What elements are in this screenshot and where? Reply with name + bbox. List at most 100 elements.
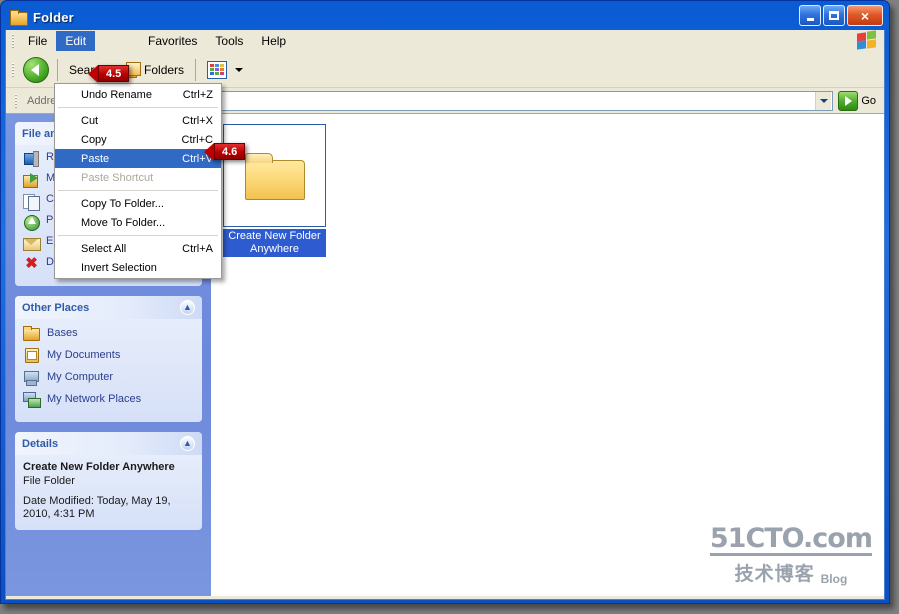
delete-icon: ✖ — [25, 255, 38, 272]
menu-item-label: Paste Shortcut — [81, 171, 154, 184]
menu-item-cut[interactable]: Cut Ctrl+X — [55, 111, 221, 130]
watermark-site: 51CTO.com — [709, 523, 873, 556]
my-computer-icon — [23, 369, 40, 386]
windows-flag-icon — [856, 30, 878, 50]
details-panel-title: Details — [22, 437, 59, 450]
menu-item-accelerator: Ctrl+A — [182, 242, 213, 255]
watermark-cn: 技术博客 — [734, 564, 815, 585]
place-label: My Network Places — [47, 393, 142, 405]
menu-edit[interactable]: Edit — [56, 30, 96, 51]
folder-icon — [23, 325, 40, 341]
menu-tools[interactable]: Tools — [206, 31, 252, 51]
details-item-type: File Folder — [23, 475, 75, 487]
window-controls: × — [799, 5, 883, 26]
toolbar-divider — [57, 58, 58, 81]
address-grip[interactable] — [12, 92, 20, 110]
callout-arrow-icon — [88, 64, 98, 83]
toolbar-divider-2 — [195, 58, 197, 81]
menu-item-paste[interactable]: Paste Ctrl+V — [55, 149, 221, 168]
menu-separator — [58, 190, 218, 191]
edit-dropdown-menu: Undo Rename Ctrl+Z Cut Ctrl+X Copy Ctrl+… — [54, 83, 222, 279]
place-my-computer[interactable]: My Computer — [23, 369, 194, 386]
menu-item-label: Paste — [81, 152, 110, 165]
other-places-panel: Other Places ▲ Bases My Documents My Com… — [15, 296, 202, 422]
minimize-button[interactable] — [799, 5, 821, 26]
back-button[interactable] — [19, 56, 53, 83]
place-my-network-places[interactable]: My Network Places — [23, 391, 194, 408]
places-panel-title: Other Places — [22, 301, 90, 314]
menu-item-copy[interactable]: Copy Ctrl+C — [55, 130, 221, 149]
details-date-modified: Date Modified: Today, May 19, 2010, 4:31… — [23, 495, 171, 520]
explorer-window: Folder × File Edit Favorites Tools Help — [0, 0, 890, 604]
menu-grip[interactable] — [9, 32, 17, 50]
callout-label: 4.6 — [214, 143, 246, 160]
address-dropdown-button[interactable] — [815, 91, 832, 110]
email-icon — [23, 235, 41, 251]
folders-label: Folders — [144, 62, 185, 77]
views-icon — [207, 60, 228, 79]
rename-icon — [23, 151, 40, 167]
place-label: Bases — [47, 327, 78, 339]
menu-item-select-all[interactable]: Select All Ctrl+A — [55, 239, 221, 258]
toolbar-grip[interactable] — [9, 61, 17, 79]
details-panel: Details ▲ Create New Folder Anywhere Fil… — [15, 432, 202, 530]
collapse-details-button[interactable]: ▲ — [180, 436, 195, 451]
menu-item-label: Select All — [81, 242, 127, 255]
watermark-blog: Blog — [820, 572, 848, 586]
callout-label: 4.5 — [98, 65, 130, 82]
content-pane[interactable]: Create New Folder Anywhere 51CTO.com 技术博… — [211, 114, 884, 596]
place-bases[interactable]: Bases — [23, 325, 194, 341]
watermark: 51CTO.com 技术博客 Blog — [709, 523, 873, 586]
menu-item-label: Undo Rename — [81, 88, 152, 101]
menu-item-undo-rename[interactable]: Undo Rename Ctrl+Z — [55, 85, 221, 104]
close-icon: × — [860, 7, 870, 24]
minimize-icon — [806, 17, 814, 21]
menu-separator — [58, 107, 218, 108]
title-bar: Folder × — [5, 4, 885, 30]
views-button[interactable] — [200, 58, 250, 82]
menu-item-accelerator: Ctrl+X — [182, 114, 213, 127]
place-my-documents[interactable]: My Documents — [23, 347, 194, 363]
publish-web-icon — [23, 214, 40, 231]
menu-file[interactable]: File — [19, 31, 56, 51]
folder-icon — [244, 152, 305, 200]
move-icon — [23, 172, 40, 188]
menu-item-invert-selection[interactable]: Invert Selection — [55, 258, 221, 277]
menu-item-label: Invert Selection — [81, 261, 157, 274]
back-arrow-icon — [23, 56, 49, 83]
menu-help[interactable]: Help — [252, 31, 295, 51]
menu-item-accelerator: Ctrl+Z — [182, 88, 213, 101]
menu-separator — [58, 235, 218, 236]
menu-item-paste-shortcut: Paste Shortcut — [55, 168, 221, 187]
details-panel-body: Create New Folder Anywhere File Folder D… — [15, 455, 202, 530]
menu-item-move-to-folder[interactable]: Move To Folder... — [55, 213, 221, 232]
menu-item-label: Copy To Folder... — [81, 197, 164, 210]
details-panel-header[interactable]: Details ▲ — [15, 432, 202, 455]
maximize-icon — [829, 11, 839, 20]
go-icon — [838, 90, 859, 111]
menu-favorites[interactable]: Favorites — [139, 31, 206, 51]
menu-bar: File Edit Favorites Tools Help — [6, 30, 884, 52]
callout-4-6: 4.6 — [204, 142, 246, 161]
place-label: My Documents — [47, 349, 121, 361]
window-title: Folder — [33, 9, 74, 25]
folder-icon — [10, 10, 28, 26]
maximize-button[interactable] — [823, 5, 845, 26]
menu-item-label: Move To Folder... — [81, 216, 166, 229]
places-panel-body: Bases My Documents My Computer My Networ… — [15, 319, 202, 422]
file-name-label: Create New Folder Anywhere — [223, 229, 326, 257]
my-network-places-icon — [23, 391, 41, 408]
go-button[interactable]: Go — [833, 90, 881, 111]
copy-icon — [23, 193, 40, 211]
go-label: Go — [861, 94, 876, 107]
client-area: File Edit Favorites Tools Help Search Fo… — [5, 30, 885, 600]
collapse-places-button[interactable]: ▲ — [180, 300, 195, 315]
close-button[interactable]: × — [847, 5, 883, 26]
menu-item-label: Cut — [81, 114, 99, 127]
menu-item-label: Copy — [81, 133, 107, 146]
menu-item-copy-to-folder[interactable]: Copy To Folder... — [55, 194, 221, 213]
place-label: My Computer — [47, 371, 114, 383]
places-panel-header[interactable]: Other Places ▲ — [15, 296, 202, 319]
chevron-down-icon — [235, 67, 244, 72]
callout-arrow-icon — [204, 142, 214, 161]
